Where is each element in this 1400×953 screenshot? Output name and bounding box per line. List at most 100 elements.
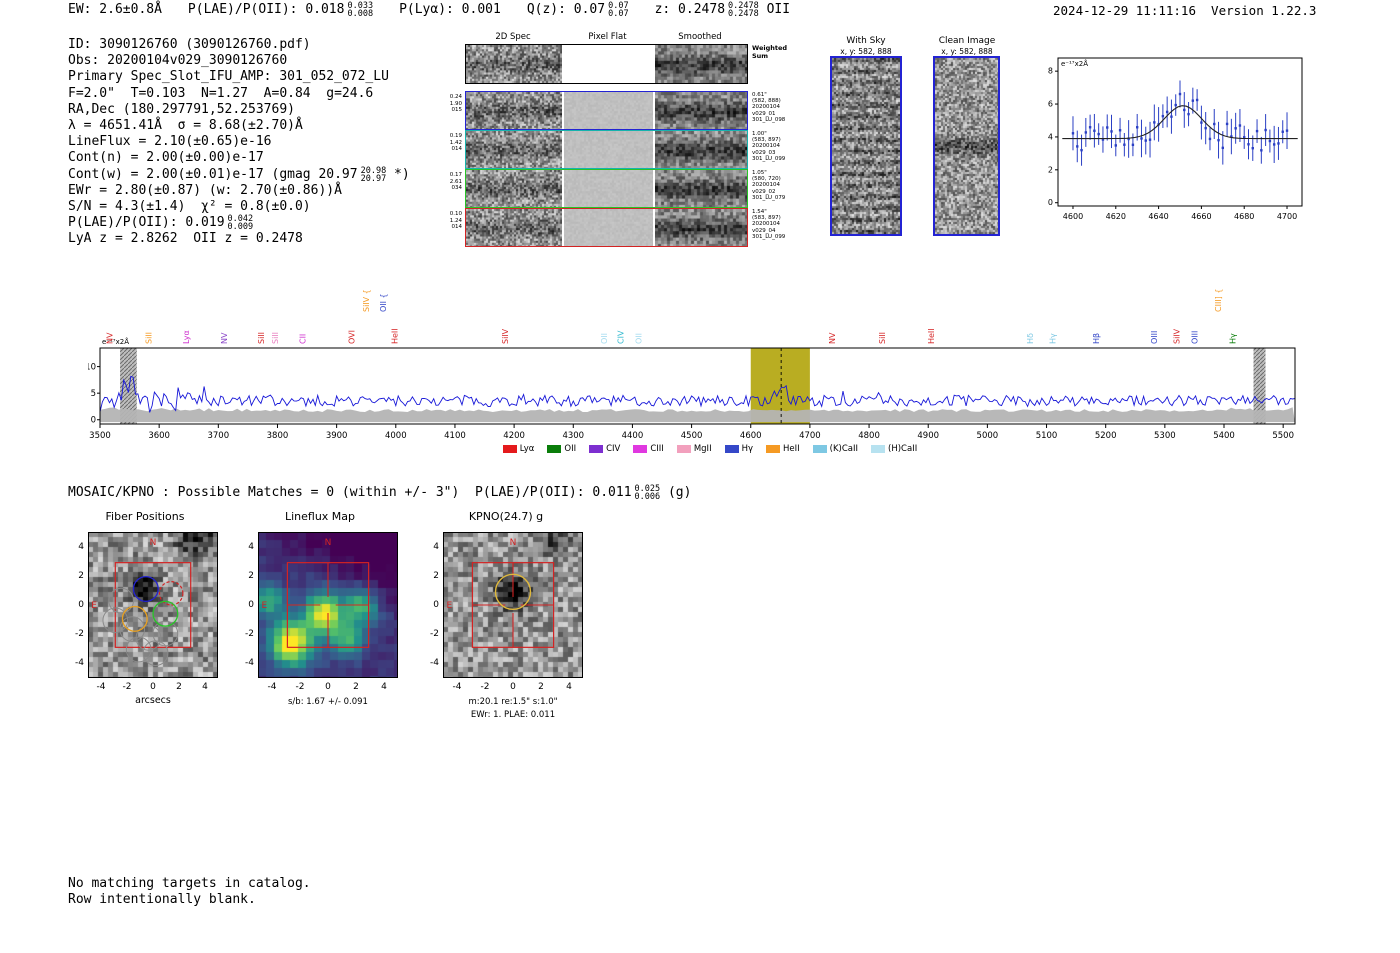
spectral-line-label: CII bbox=[298, 334, 307, 344]
svg-text:4: 4 bbox=[1048, 132, 1053, 141]
info-line-12: LyA z = 2.8262 OII z = 0.2478 bbox=[68, 231, 410, 247]
header-seg3-uncertainty: 0.07 0.07 bbox=[608, 2, 628, 19]
spec2d-canvas-r2c0 bbox=[466, 131, 562, 168]
spectrum-legend: Lyα OII CIV CIII MgII Hγ HeII (K)CaII (H)CaII bbox=[430, 444, 990, 454]
legend-label: (H)CaII bbox=[888, 444, 918, 454]
svg-text:3700: 3700 bbox=[207, 431, 229, 441]
legend-swatch bbox=[502, 445, 517, 453]
fiber-circle bbox=[125, 636, 152, 663]
spectral-line-label: NV bbox=[220, 332, 229, 344]
spectral-line-label: NV bbox=[828, 332, 837, 344]
with-sky-image bbox=[832, 58, 900, 234]
spectral-line-label: OII bbox=[600, 333, 609, 344]
info-line-8-lower: 20.97 bbox=[360, 173, 387, 184]
info-line-11-text: P(LAE)/P(OII): 0.019 bbox=[68, 215, 225, 231]
spectral-line-label: Lyα bbox=[182, 330, 191, 344]
info-line-7: Cont(n) = 2.00(±0.00)e-17 bbox=[68, 150, 410, 166]
header-segment-3: Q(z): 0.07 0.07 0.07 bbox=[526, 2, 629, 19]
spec2d-left-labels-3: 0.17 2.61 034 bbox=[442, 172, 462, 192]
cutout-frame bbox=[443, 532, 583, 678]
mosaic-header-post: (g) bbox=[660, 485, 692, 500]
svg-text:5500: 5500 bbox=[1272, 431, 1294, 441]
col-title-pixel-flat: Pixel Flat bbox=[588, 32, 627, 42]
header-seg3-text: Q(z): 0.07 bbox=[526, 2, 606, 17]
kpno-caption-1: m:20.1 re:1.5" s:1.0" bbox=[468, 697, 558, 707]
footer-notes: No matching targets in catalog. Row inten… bbox=[68, 876, 311, 907]
y-tick-label: -4 bbox=[75, 658, 84, 669]
y-tick-label: 2 bbox=[248, 570, 254, 581]
svg-text:4700: 4700 bbox=[799, 431, 821, 441]
line-fit-zoom-plot: 4600 4620 4640 4660 4680 4700 0 2 4 6 8 e⁻¹⁷x2Å bbox=[1038, 50, 1310, 232]
compass-north-label: N bbox=[510, 538, 517, 548]
fiber-circle bbox=[152, 620, 179, 647]
spec2d-row1-col2 bbox=[655, 92, 747, 129]
x-tick-label: 4 bbox=[566, 682, 572, 692]
mosaic-header-lower: 0.006 bbox=[634, 492, 661, 502]
x-tick-label: 2 bbox=[353, 682, 359, 692]
compass-north-label: N bbox=[325, 538, 332, 548]
info-line-1: Obs: 20200104v029_3090126760 bbox=[68, 53, 410, 69]
spec2d-row-0: Weighted Sum bbox=[465, 44, 787, 84]
cutout-frame bbox=[258, 532, 398, 678]
spec2d-row0-col2 bbox=[655, 45, 747, 83]
legend-item-6: HeII bbox=[766, 444, 800, 454]
spec2d-right-label: 301_LU_098 bbox=[752, 116, 786, 123]
info-line-9-text: EWr = 2.80(±0.87) (w: 2.70(±0.86))Å bbox=[68, 182, 342, 198]
info-line-3: F=2.0" T=0.103 N=1.27 A=0.84 g=24.6 bbox=[68, 86, 410, 102]
header-seg1-text: P(LAE)/P(OII): 0.018 bbox=[187, 2, 345, 17]
svg-text:5400: 5400 bbox=[1213, 431, 1235, 441]
svg-text:4200: 4200 bbox=[503, 431, 525, 441]
info-line-5: λ = 4651.41Å σ = 8.68(±2.70)Å bbox=[68, 118, 410, 134]
x-tick-label: 0 bbox=[150, 682, 156, 692]
spectral-line-label: Hγ bbox=[1048, 333, 1057, 344]
info-line-6: LineFlux = 2.10(±0.65)e-16 bbox=[68, 134, 410, 150]
clean-image-coords: x, y: 582, 888 bbox=[941, 47, 993, 56]
x-tick-label: -2 bbox=[295, 682, 305, 692]
svg-text:4400: 4400 bbox=[622, 431, 644, 441]
svg-text:4620: 4620 bbox=[1106, 212, 1126, 221]
y-tick-label: 4 bbox=[248, 541, 254, 552]
header-segment-2: P(Lyα): 0.001 bbox=[399, 2, 501, 18]
spec2d-row2-col0 bbox=[466, 131, 562, 168]
spectral-line-label: SiIV { bbox=[362, 289, 371, 312]
info-line-11-uncertainty: 0.042 0.009 bbox=[228, 215, 254, 232]
legend-swatch bbox=[724, 445, 739, 453]
info-line-11: P(LAE)/P(OII): 0.019 0.042 0.009 bbox=[68, 215, 410, 232]
spec2d-right-label: 301_LU_079 bbox=[752, 194, 786, 201]
legend-item-3: CIII bbox=[633, 444, 664, 454]
spec2d-canvas-r2c1 bbox=[564, 131, 653, 168]
spectral-line-label: SiII bbox=[145, 332, 154, 344]
legend-label: HeII bbox=[783, 444, 800, 454]
with-sky-coords: x, y: 582, 888 bbox=[840, 47, 892, 56]
kpno-g-plot: NE bbox=[443, 532, 583, 678]
header-seg2-text: P(Lyα): 0.001 bbox=[399, 2, 501, 17]
y-tick-label: 2 bbox=[433, 570, 439, 581]
full-spectrum-plot: 3500 3600 3700 3800 3900 4000 4100 4200 4300 4400… bbox=[85, 268, 1318, 458]
spec2d-row4-col2 bbox=[655, 209, 747, 246]
spectral-line-label: SiIV bbox=[1173, 328, 1182, 344]
spectral-line-label: OII bbox=[634, 333, 643, 344]
svg-text:8: 8 bbox=[1048, 67, 1053, 76]
spec2d-canvas-r1c1 bbox=[564, 92, 653, 129]
spectral-line-label: CIV bbox=[617, 330, 626, 344]
y-tick-label: 4 bbox=[433, 541, 439, 552]
info-line-6-text: LineFlux = 2.10(±0.65)e-16 bbox=[68, 134, 272, 150]
fiber-circle-green bbox=[152, 600, 179, 627]
svg-text:4000: 4000 bbox=[385, 431, 407, 441]
lineflux-map-title: Lineflux Map bbox=[284, 510, 356, 523]
x-tick-label: -4 bbox=[452, 682, 462, 692]
spectral-line-label: OIII bbox=[1190, 331, 1199, 344]
error-spectrum-fill bbox=[100, 407, 1295, 423]
spectral-line-label: Hγ bbox=[1228, 333, 1237, 344]
x-tick-label: -4 bbox=[267, 682, 277, 692]
legend-swatch bbox=[676, 445, 691, 453]
compass-east-label: E bbox=[91, 601, 97, 611]
x-tick-label: 2 bbox=[176, 682, 182, 692]
x-tick-label: -2 bbox=[122, 682, 132, 692]
spec2d-row-1: 0.24 1.90 015 0.61" (582, 888) 20200104 v029_0… bbox=[450, 91, 785, 130]
elixer-detection-report: EW: 2.6±0.8Å P(LAE)/P(OII): 0.018 0.033 0.0… bbox=[0, 0, 1400, 953]
y-tick-label: 2 bbox=[78, 570, 84, 581]
spec2d-row3-col2 bbox=[655, 170, 747, 207]
svg-text:4640: 4640 bbox=[1148, 212, 1168, 221]
spec2d-row2-col2 bbox=[655, 131, 747, 168]
